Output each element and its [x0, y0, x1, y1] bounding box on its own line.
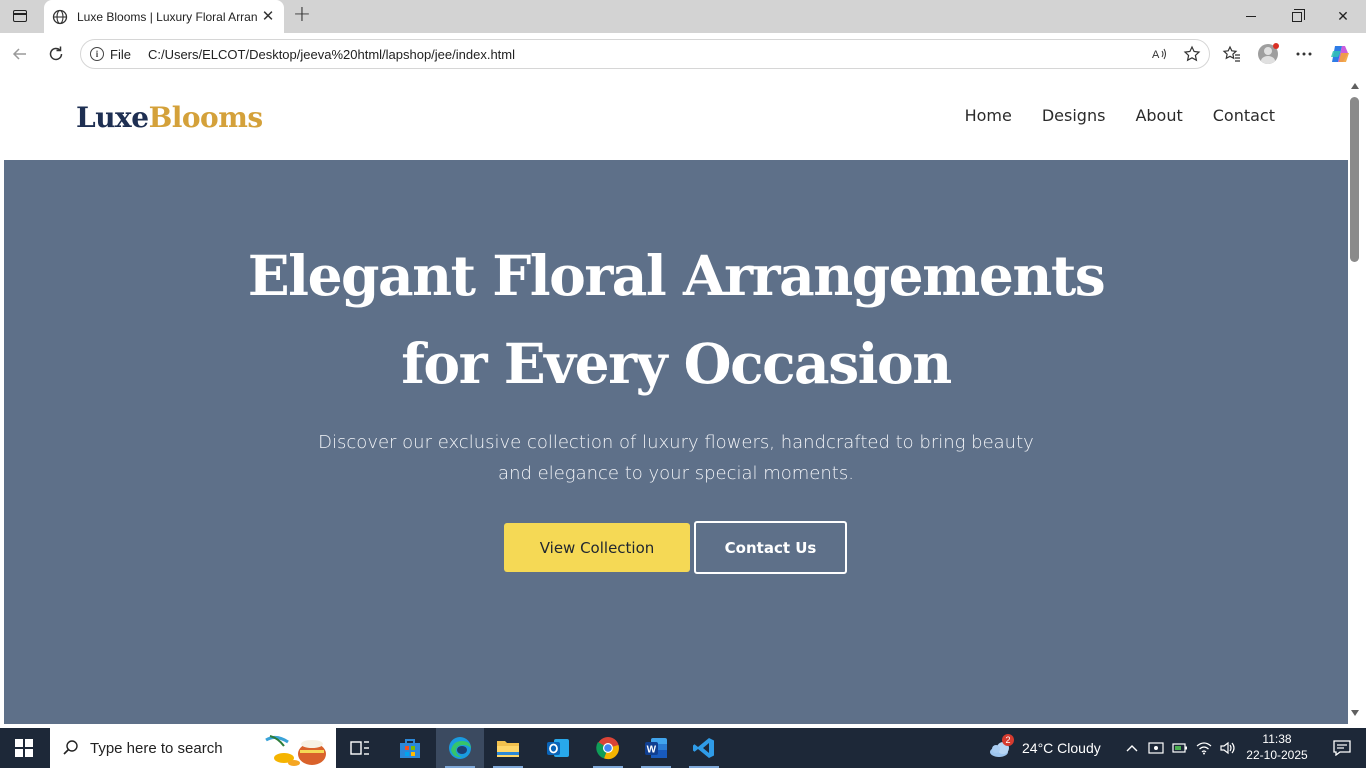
taskbar-search-box[interactable]: Type here to search	[50, 728, 336, 768]
hero-subtitle-line-1: Discover our exclusive collection of lux…	[318, 432, 1034, 453]
hero-subtitle-line-2: and elegance to your special moments.	[498, 463, 854, 484]
contact-us-button[interactable]: Contact Us	[694, 521, 847, 574]
favorites-icon[interactable]	[1220, 42, 1244, 66]
logo-part-blooms: Blooms	[148, 101, 264, 134]
close-icon[interactable]: ✕	[260, 8, 276, 24]
taskbar-clock[interactable]: 11:38 22-10-2025	[1244, 731, 1310, 763]
search-placeholder: Type here to search	[90, 739, 223, 757]
search-icon	[63, 740, 78, 755]
url-scheme-label: File	[110, 46, 131, 62]
wifi-icon[interactable]	[1196, 740, 1212, 756]
hero-section: Elegant Floral Arrangements for Every Oc…	[4, 160, 1348, 724]
refresh-icon[interactable]	[44, 42, 68, 66]
task-view-icon[interactable]	[336, 728, 384, 768]
diwali-lamp-icon	[265, 735, 326, 766]
sidebar-toggle-icon[interactable]	[8, 5, 32, 27]
taskbar: Type here to search W 2 24°C Cloudy 11:3…	[0, 728, 1366, 768]
cloud-icon: 2	[988, 734, 1014, 759]
hero-subtitle: Discover our exclusive collection of lux…	[276, 427, 1076, 489]
back-icon[interactable]	[8, 42, 32, 66]
svg-text:A: A	[1152, 49, 1160, 61]
scroll-down-arrow-icon[interactable]	[1351, 710, 1359, 716]
info-icon[interactable]: i	[90, 47, 104, 61]
nav-link-about[interactable]: About	[1135, 106, 1182, 125]
tab-title: Luxe Blooms | Luxury Floral Arrang	[77, 9, 257, 24]
scroll-up-arrow-icon[interactable]	[1351, 83, 1359, 89]
url-text[interactable]: C:/Users/ELCOT/Desktop/jeeva%20html/laps…	[148, 47, 515, 62]
word-icon[interactable]: W	[632, 728, 680, 768]
browser-toolbar: i File C:/Users/ELCOT/Desktop/jeeva%20ht…	[0, 33, 1366, 75]
star-icon[interactable]	[1183, 45, 1201, 63]
weather-widget[interactable]: 2 24°C Cloudy	[988, 728, 1101, 768]
browser-tab-strip: Luxe Blooms | Luxury Floral Arrang ✕ + ✕	[0, 0, 1366, 33]
notification-center-icon[interactable]	[1318, 728, 1366, 768]
chrome-icon[interactable]	[584, 728, 632, 768]
nav-link-contact[interactable]: Contact	[1213, 106, 1275, 125]
site-nav: Home Designs About Contact	[965, 106, 1275, 125]
svg-text:W: W	[647, 745, 657, 756]
hero-title-line-2: for Every Occasion	[401, 331, 952, 396]
window-close-button[interactable]: ✕	[1320, 0, 1366, 33]
page-viewport: LuxeBlooms Home Designs About Contact El…	[4, 75, 1348, 724]
profile-icon[interactable]	[1256, 42, 1280, 66]
windows-start-icon[interactable]	[0, 728, 48, 768]
hero-title-line-1: Elegant Floral Arrangements	[247, 243, 1106, 308]
site-header: LuxeBlooms Home Designs About Contact	[4, 75, 1348, 160]
browser-tab[interactable]: Luxe Blooms | Luxury Floral Arrang ✕	[44, 0, 284, 33]
site-logo[interactable]: LuxeBlooms	[76, 101, 263, 134]
hero-title: Elegant Floral Arrangements for Every Oc…	[176, 232, 1176, 408]
plus-icon[interactable]: +	[290, 4, 314, 28]
outlook-icon[interactable]	[534, 728, 582, 768]
vscode-icon[interactable]	[680, 728, 728, 768]
clock-date: 22-10-2025	[1246, 748, 1308, 762]
weather-text: 24°C Cloudy	[1022, 740, 1101, 756]
view-collection-button[interactable]: View Collection	[504, 523, 690, 572]
file-explorer-icon[interactable]	[484, 728, 532, 768]
read-aloud-icon[interactable]: A	[1151, 45, 1169, 63]
window-border-right	[1362, 75, 1366, 724]
nav-link-home[interactable]: Home	[965, 106, 1012, 125]
weather-badge: 2	[1002, 734, 1014, 746]
volume-icon[interactable]	[1220, 740, 1236, 756]
chevron-up-icon[interactable]	[1124, 740, 1140, 756]
globe-icon	[52, 9, 68, 24]
logo-part-luxe: Luxe	[76, 101, 149, 134]
nav-link-designs[interactable]: Designs	[1042, 106, 1106, 125]
restore-button[interactable]	[1274, 0, 1320, 33]
battery-icon[interactable]	[1172, 740, 1188, 756]
edge-icon[interactable]	[436, 728, 484, 768]
system-tray	[1124, 728, 1236, 768]
page-scrollbar[interactable]	[1348, 75, 1362, 724]
clock-time: 11:38	[1262, 732, 1292, 746]
more-icon[interactable]	[1292, 42, 1316, 66]
microsoft-store-icon[interactable]	[386, 728, 434, 768]
minimize-button[interactable]	[1228, 0, 1274, 33]
copilot-icon[interactable]	[1328, 42, 1352, 66]
address-bar[interactable]: i File C:/Users/ELCOT/Desktop/jeeva%20ht…	[80, 39, 1210, 69]
meet-now-icon[interactable]	[1148, 740, 1164, 756]
scroll-thumb[interactable]	[1350, 97, 1359, 262]
